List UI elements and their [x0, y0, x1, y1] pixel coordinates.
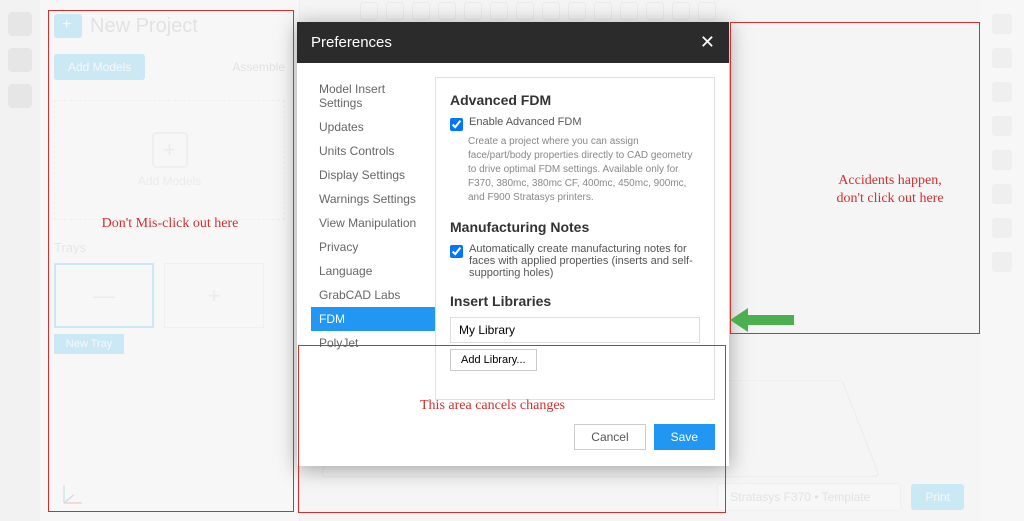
- modal-header: Preferences ✕: [297, 22, 729, 63]
- gear-icon: [992, 150, 1012, 170]
- printer-select[interactable]: Stratasys F370 • Template: [717, 483, 901, 511]
- right-icon-rail: [980, 0, 1024, 521]
- export-icon: [992, 252, 1012, 272]
- pref-nav-item-language[interactable]: Language: [311, 259, 435, 283]
- view-icon-1: [992, 14, 1012, 34]
- pref-nav-item-updates[interactable]: Updates: [311, 115, 435, 139]
- refresh-icon: [992, 218, 1012, 238]
- top-toolbar: [360, 2, 716, 20]
- pref-nav-item-display-settings[interactable]: Display Settings: [311, 163, 435, 187]
- mfg-notes-row[interactable]: Automatically create manufacturing notes…: [450, 243, 700, 279]
- enable-adv-fdm-label: Enable Advanced FDM: [469, 116, 582, 128]
- adv-fdm-description: Create a project where you can assign fa…: [468, 135, 700, 205]
- mfg-notes-heading: Manufacturing Notes: [450, 219, 700, 235]
- info-icon: [992, 116, 1012, 136]
- annotation-box-left: [48, 10, 294, 512]
- view-icon-2: [992, 48, 1012, 68]
- print-button[interactable]: Print: [911, 484, 964, 510]
- green-arrow-annotation: [730, 308, 794, 332]
- annotation-box-bottom: [298, 345, 726, 513]
- rail-icon-1: [8, 12, 32, 36]
- annotation-text-bottom: This area cancels changes: [420, 398, 565, 414]
- pref-nav-item-warnings-settings[interactable]: Warnings Settings: [311, 187, 435, 211]
- enable-adv-fdm-checkbox[interactable]: [450, 118, 463, 131]
- annotation-text-right: Accidents happen, don't click out here: [830, 172, 950, 208]
- left-icon-rail: [0, 0, 40, 521]
- enable-adv-fdm-row[interactable]: Enable Advanced FDM: [450, 116, 700, 131]
- modal-title: Preferences: [311, 34, 392, 51]
- rail-icon-3: [8, 84, 32, 108]
- layers-icon: [992, 184, 1012, 204]
- pref-nav-item-grabcad-labs[interactable]: GrabCAD Labs: [311, 283, 435, 307]
- view-icon-3: [992, 82, 1012, 102]
- mfg-notes-label: Automatically create manufacturing notes…: [469, 243, 700, 279]
- printer-bar: Stratasys F370 • Template Print: [717, 483, 964, 511]
- pref-nav-item-privacy[interactable]: Privacy: [311, 235, 435, 259]
- pref-nav-item-fdm[interactable]: FDM: [311, 307, 435, 331]
- mfg-notes-checkbox[interactable]: [450, 245, 463, 258]
- annotation-text-left: Don't Mis-click out here: [70, 216, 270, 232]
- pref-nav-item-model-insert-settings[interactable]: Model Insert Settings: [311, 77, 435, 115]
- insert-lib-input[interactable]: [450, 317, 700, 343]
- adv-fdm-heading: Advanced FDM: [450, 92, 700, 108]
- insert-lib-heading: Insert Libraries: [450, 293, 700, 309]
- pref-nav-item-units-controls[interactable]: Units Controls: [311, 139, 435, 163]
- close-icon[interactable]: ✕: [700, 32, 715, 53]
- pref-nav-item-view-manipulation[interactable]: View Manipulation: [311, 211, 435, 235]
- rail-icon-2: [8, 48, 32, 72]
